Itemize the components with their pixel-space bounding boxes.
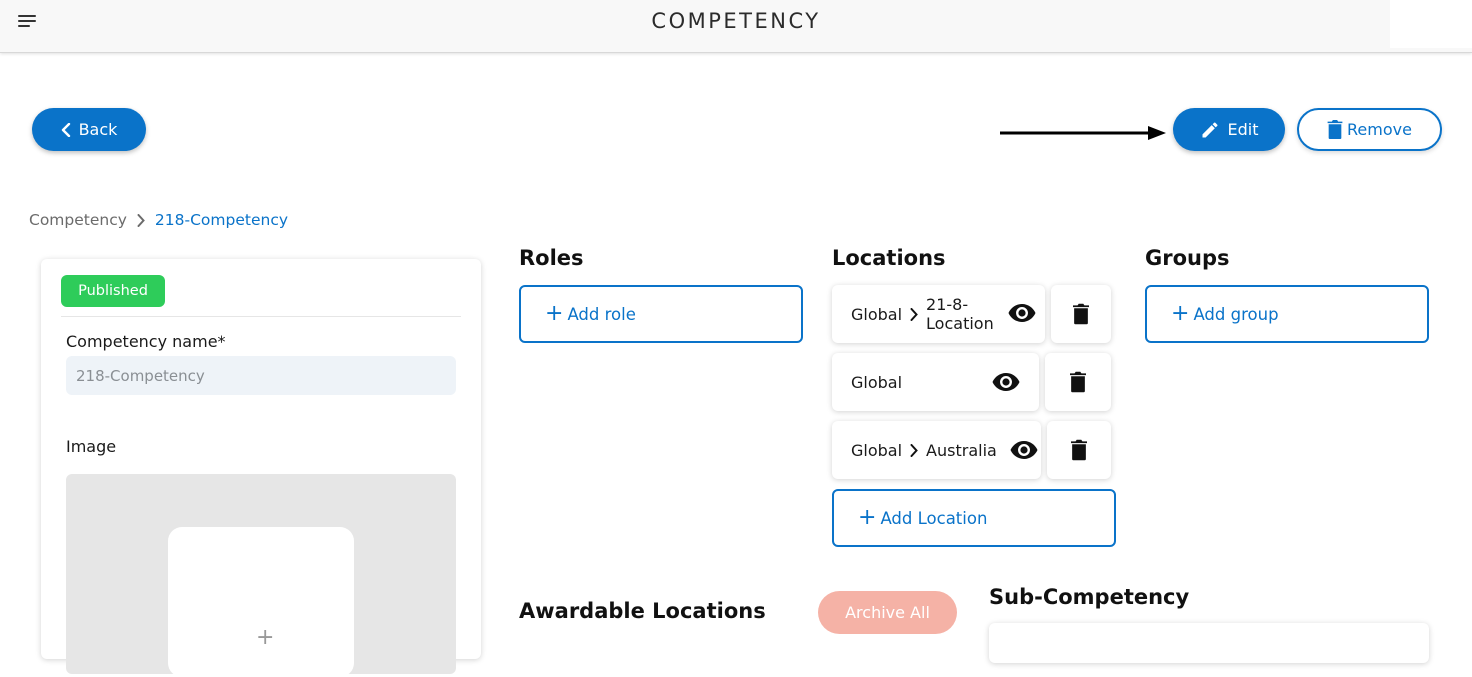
- chevron-right-icon: [910, 443, 918, 457]
- chevron-right-icon: [137, 213, 145, 227]
- chevron-left-icon: [61, 122, 70, 137]
- locations-title: Locations: [832, 246, 946, 270]
- delete-location-button[interactable]: [1047, 421, 1111, 479]
- name-label: Competency name*: [66, 332, 226, 351]
- remove-button[interactable]: Remove: [1297, 108, 1442, 151]
- page-title: COMPETENCY: [651, 9, 821, 33]
- trash-icon: [1327, 120, 1343, 139]
- roles-title: Roles: [519, 246, 584, 270]
- trash-icon: [1073, 303, 1089, 325]
- add-role-button[interactable]: + Add role: [519, 285, 803, 343]
- add-group-button[interactable]: + Add group: [1145, 285, 1429, 343]
- image-placeholder: +: [168, 527, 354, 677]
- add-role-label: Add role: [567, 304, 636, 324]
- topbar-blank-area: [1390, 0, 1472, 48]
- plus-icon: +: [256, 625, 275, 650]
- top-bar: COMPETENCY: [0, 0, 1472, 53]
- chevron-right-icon: [910, 307, 918, 321]
- sub-competency-card: [989, 623, 1429, 663]
- delete-location-button[interactable]: [1051, 285, 1111, 343]
- details-card: Published Competency name* Image +: [41, 259, 481, 677]
- add-group-label: Add group: [1193, 304, 1279, 324]
- edit-button-label: Edit: [1227, 120, 1259, 139]
- back-button-label: Back: [78, 120, 118, 139]
- plus-icon: +: [545, 301, 564, 326]
- archive-all-button[interactable]: Archive All: [818, 591, 957, 634]
- location-parent: Global: [851, 440, 903, 460]
- add-location-button[interactable]: + Add Location: [832, 489, 1116, 547]
- arrow-annotation-icon: [1000, 126, 1166, 140]
- location-item[interactable]: Global: [832, 353, 1039, 411]
- location-parent: Global: [851, 304, 903, 324]
- image-upload-area[interactable]: +: [66, 474, 456, 677]
- divider: [61, 316, 461, 317]
- breadcrumb-current[interactable]: 218-Competency: [155, 211, 288, 229]
- breadcrumb-root[interactable]: Competency: [29, 211, 127, 229]
- location-child: Australia: [926, 440, 997, 460]
- trash-icon: [1070, 371, 1086, 393]
- plus-icon: +: [858, 505, 877, 530]
- sub-competency-title: Sub-Competency: [989, 585, 1190, 609]
- eye-icon[interactable]: [1008, 304, 1036, 322]
- back-button[interactable]: Back: [32, 108, 146, 151]
- trash-icon: [1071, 439, 1087, 461]
- pencil-icon: [1202, 121, 1218, 137]
- eye-icon[interactable]: [992, 373, 1020, 391]
- name-input[interactable]: [66, 356, 456, 395]
- location-parent: Global: [851, 372, 903, 392]
- groups-title: Groups: [1145, 246, 1230, 270]
- remove-button-label: Remove: [1347, 120, 1412, 139]
- edit-button[interactable]: Edit: [1173, 108, 1285, 151]
- add-location-label: Add Location: [880, 508, 988, 528]
- location-child: 21-8- Location: [926, 295, 994, 333]
- eye-icon[interactable]: [1010, 441, 1038, 459]
- location-item[interactable]: Global 21-8- Location: [832, 285, 1045, 343]
- delete-location-button[interactable]: [1045, 353, 1111, 411]
- location-item[interactable]: Global Australia: [832, 421, 1041, 479]
- awardable-locations-title: Awardable Locations: [519, 599, 766, 623]
- breadcrumb: Competency 218-Competency: [29, 211, 288, 229]
- image-label: Image: [66, 437, 117, 456]
- plus-icon: +: [1171, 301, 1190, 326]
- status-badge: Published: [61, 275, 165, 307]
